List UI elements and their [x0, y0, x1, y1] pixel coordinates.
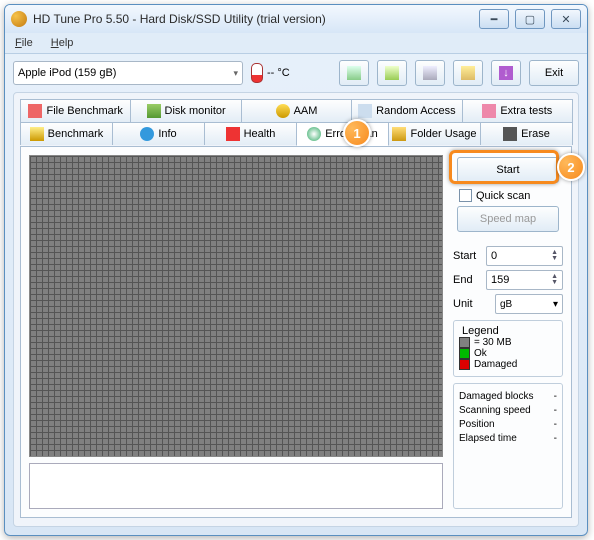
tab-benchmark[interactable]: Benchmark	[20, 122, 113, 145]
legend-swatch-ok	[459, 348, 470, 359]
options-button[interactable]	[453, 60, 483, 86]
unit-value: gB	[500, 299, 512, 310]
tab-extra-tests[interactable]: Extra tests	[462, 99, 573, 122]
stat-speed-value: -	[554, 405, 557, 416]
tab-disk-monitor[interactable]: Disk monitor	[130, 99, 241, 122]
health-icon	[226, 127, 240, 141]
spinner-arrows-icon: ▲▼	[551, 250, 558, 262]
device-select[interactable]: Apple iPod (159 gB) ▾	[13, 61, 243, 85]
quick-scan-label: Quick scan	[476, 190, 530, 202]
unit-select[interactable]: gB ▾	[495, 294, 563, 314]
disk-monitor-icon	[147, 104, 161, 118]
download-icon: ↓	[499, 66, 513, 80]
temperature-value: -- °C	[267, 67, 290, 79]
end-value: 159	[491, 274, 509, 286]
magnifier-icon	[307, 127, 321, 141]
start-field-label: Start	[453, 250, 483, 262]
exit-button[interactable]: Exit	[529, 60, 579, 86]
tab-file-benchmark[interactable]: File Benchmark	[20, 99, 131, 122]
file-benchmark-icon	[28, 104, 42, 118]
erase-icon	[503, 127, 517, 141]
start-button[interactable]: Start	[457, 157, 559, 183]
start-value: 0	[491, 250, 497, 262]
hand-icon	[461, 66, 475, 80]
legend-size: = 30 MB	[474, 337, 512, 348]
spinner-arrows-icon: ▲▼	[551, 274, 558, 286]
extra-tests-icon	[482, 104, 496, 118]
app-window: HD Tune Pro 5.50 - Hard Disk/SSD Utility…	[4, 4, 588, 536]
device-selected-label: Apple iPod (159 gB)	[18, 67, 116, 79]
tab-body-error-scan: 1 2 Start Quick scan Speed map Start 0	[20, 146, 572, 518]
legend-ok: Ok	[474, 348, 487, 359]
tab-aam[interactable]: AAM	[241, 99, 352, 122]
benchmark-icon	[30, 127, 44, 141]
folder-icon	[392, 127, 406, 141]
stat-elapsed-label: Elapsed time	[459, 433, 517, 444]
scan-block-grid	[29, 155, 443, 457]
checkbox-icon	[459, 189, 472, 202]
stat-damaged-label: Damaged blocks	[459, 391, 533, 402]
stat-speed-label: Scanning speed	[459, 405, 531, 416]
quick-scan-checkbox[interactable]: Quick scan	[459, 189, 563, 202]
end-field[interactable]: 159 ▲▼	[486, 270, 563, 290]
menu-file[interactable]: File	[11, 35, 37, 51]
thermometer-icon	[251, 63, 263, 83]
stat-damaged-value: -	[554, 391, 557, 402]
close-button[interactable]: ✕	[551, 9, 581, 29]
end-field-label: End	[453, 274, 483, 286]
copy-icon	[347, 66, 361, 80]
legend-swatch-damaged	[459, 359, 470, 370]
titlebar: HD Tune Pro 5.50 - Hard Disk/SSD Utility…	[5, 5, 587, 33]
save-button[interactable]: ↓	[491, 60, 521, 86]
tab-folder-usage[interactable]: Folder Usage	[388, 122, 481, 145]
tab-erase[interactable]: Erase	[480, 122, 573, 145]
chevron-down-icon: ▾	[233, 68, 238, 79]
info-icon	[140, 127, 154, 141]
stats-group: Damaged blocks - Scanning speed - Position…	[453, 383, 563, 509]
start-field[interactable]: 0 ▲▼	[486, 246, 563, 266]
stat-position-value: -	[554, 419, 557, 430]
menu-bar: File Help	[5, 33, 587, 54]
minimize-button[interactable]: ━	[479, 9, 509, 29]
speed-map-button[interactable]: Speed map	[457, 206, 559, 232]
copy-info-button[interactable]	[339, 60, 369, 86]
legend-swatch-block	[459, 337, 470, 348]
speaker-icon	[276, 104, 290, 118]
legend-damaged: Damaged	[474, 359, 517, 370]
maximize-button[interactable]: ▢	[515, 9, 545, 29]
window-title: HD Tune Pro 5.50 - Hard Disk/SSD Utility…	[33, 12, 479, 26]
chevron-down-icon: ▾	[553, 299, 558, 310]
stat-elapsed-value: -	[554, 433, 557, 444]
copy-green-icon	[385, 66, 399, 80]
stat-position-label: Position	[459, 419, 495, 430]
copy-screenshot-button[interactable]	[377, 60, 407, 86]
toolbar: Apple iPod (159 gB) ▾ -- °C ↓ Exit	[5, 54, 587, 92]
unit-label: Unit	[453, 298, 483, 310]
side-panel: Start Quick scan Speed map Start 0 ▲▼ En…	[453, 155, 563, 509]
app-icon	[11, 11, 27, 27]
tabs-row-2: Benchmark Info Health Error Scan Folder …	[20, 122, 572, 146]
camera-icon	[423, 66, 437, 80]
legend-group: Legend = 30 MB Ok Damaged	[453, 320, 563, 377]
tab-health[interactable]: Health	[204, 122, 297, 145]
grid-area	[29, 155, 447, 509]
tab-error-scan[interactable]: Error Scan	[296, 122, 389, 146]
log-output	[29, 463, 443, 509]
menu-help[interactable]: Help	[47, 35, 78, 51]
tabs-row-1: File Benchmark Disk monitor AAM Random A…	[20, 99, 572, 122]
tab-random-access[interactable]: Random Access	[351, 99, 462, 122]
tab-info[interactable]: Info	[112, 122, 205, 145]
screenshot-button[interactable]	[415, 60, 445, 86]
random-access-icon	[358, 104, 372, 118]
legend-title: Legend	[459, 325, 502, 337]
content-panel: File Benchmark Disk monitor AAM Random A…	[13, 92, 579, 527]
temperature-readout: -- °C	[251, 63, 290, 83]
